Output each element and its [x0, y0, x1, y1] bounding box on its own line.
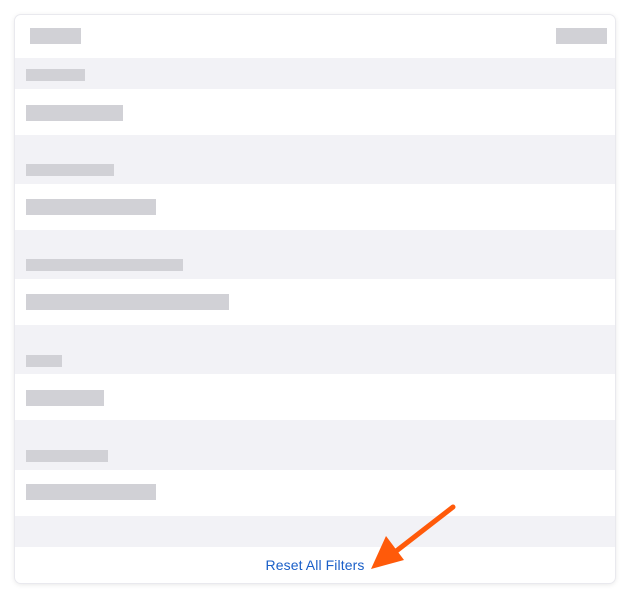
- filter-row-3[interactable]: [15, 279, 615, 325]
- filter-row-4-value-placeholder: [26, 390, 104, 406]
- filter-row-5[interactable]: [15, 470, 615, 516]
- section-3-label-placeholder: [26, 259, 183, 271]
- filters-panel: Reset All Filters: [15, 15, 615, 583]
- reset-all-filters-button[interactable]: Reset All Filters: [266, 557, 365, 573]
- panel-footer: Reset All Filters: [15, 547, 615, 583]
- panel-header: [15, 15, 615, 58]
- filter-row-5-value-placeholder: [26, 484, 156, 500]
- filter-row-1[interactable]: [15, 89, 615, 135]
- section-2-label-placeholder: [26, 164, 114, 176]
- filter-row-2-value-placeholder: [26, 199, 156, 215]
- section-1-label-placeholder: [26, 69, 85, 81]
- filter-row-3-value-placeholder: [26, 294, 229, 310]
- header-title-placeholder: [30, 28, 81, 44]
- section-4-label-placeholder: [26, 355, 62, 367]
- header-action-placeholder[interactable]: [556, 28, 607, 44]
- filter-row-2[interactable]: [15, 184, 615, 230]
- section-5-label-placeholder: [26, 450, 108, 462]
- filter-row-4[interactable]: [15, 374, 615, 420]
- filter-row-1-value-placeholder: [26, 105, 123, 121]
